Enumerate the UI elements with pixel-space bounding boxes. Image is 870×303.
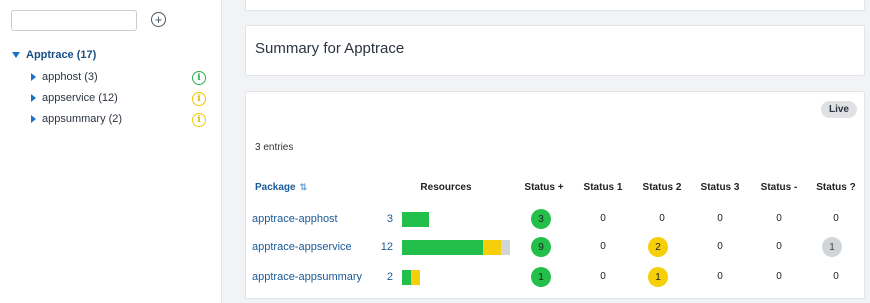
tree-item-label: apphost (3) <box>42 71 98 83</box>
column-header-status-3[interactable]: Status 3 <box>695 182 745 193</box>
column-header-resources[interactable]: Resources <box>401 182 491 193</box>
status-plus-badge[interactable]: 9 <box>531 237 551 257</box>
resources-bar-segment <box>402 270 411 285</box>
search-input[interactable] <box>11 10 137 31</box>
package-link[interactable]: apptrace-apphost <box>252 213 338 225</box>
resources-bar-segment <box>411 270 420 285</box>
caret-right-icon <box>31 115 36 123</box>
resources-bar <box>402 212 429 227</box>
table-card: Live 3 entries Package ⇅ Resources Status… <box>245 91 865 299</box>
status-minus-value: 0 <box>776 213 782 224</box>
info-icon[interactable]: i <box>192 71 206 85</box>
status-1-value: 0 <box>600 241 606 252</box>
package-link[interactable]: apptrace-appservice <box>252 241 352 253</box>
column-header-status-2[interactable]: Status 2 <box>637 182 687 193</box>
summary-card: Summary for Apptrace <box>245 25 865 76</box>
status-minus-value: 0 <box>776 241 782 252</box>
page-title: Summary for Apptrace <box>255 40 405 57</box>
status-1-value: 0 <box>600 271 606 282</box>
tree-item-appservice[interactable]: appservice (12) <box>31 92 118 104</box>
status-plus-badge[interactable]: 1 <box>531 267 551 287</box>
status-unknown-value: 0 <box>833 213 839 224</box>
tree-item-label: appsummary (2) <box>42 113 123 125</box>
status-2-value: 0 <box>659 213 665 224</box>
caret-down-icon <box>12 52 20 58</box>
status-unknown-value: 0 <box>833 271 839 282</box>
sort-icon[interactable]: ⇅ <box>300 182 308 192</box>
resources-count[interactable]: 12 <box>363 241 393 253</box>
status-1-value: 0 <box>600 213 606 224</box>
package-link[interactable]: apptrace-appsummary <box>252 271 362 283</box>
caret-right-icon <box>31 73 36 81</box>
column-header-status-minus[interactable]: Status - <box>754 182 804 193</box>
add-icon[interactable]: + <box>151 12 166 27</box>
status-3-value: 0 <box>717 271 723 282</box>
resources-bar-segment <box>501 240 510 255</box>
info-icon[interactable]: i <box>192 113 206 127</box>
caret-right-icon <box>31 94 36 102</box>
live-badge[interactable]: Live <box>820 101 857 118</box>
tree-item-appsummary[interactable]: appsummary (2) <box>31 113 122 125</box>
column-header-status-plus[interactable]: Status + <box>519 182 569 193</box>
table-row: apptrace-apphost 3 3 0 0 0 0 0 <box>246 206 866 233</box>
tree-root-apptrace[interactable]: Apptrace (17) <box>12 49 96 61</box>
resources-bar-segment <box>402 240 483 255</box>
status-unknown-badge[interactable]: 1 <box>822 237 842 257</box>
status-plus-badge[interactable]: 3 <box>531 209 551 229</box>
status-2-badge[interactable]: 1 <box>648 267 668 287</box>
tree-item-apphost[interactable]: apphost (3) <box>31 71 98 83</box>
status-3-value: 0 <box>717 213 723 224</box>
column-header-package[interactable]: Package ⇅ <box>255 182 307 193</box>
column-header-status-unknown[interactable]: Status ? <box>811 182 861 193</box>
resources-count[interactable]: 3 <box>363 213 393 225</box>
tree-item-label: appservice (12) <box>42 92 118 104</box>
column-header-status-1[interactable]: Status 1 <box>578 182 628 193</box>
resources-count[interactable]: 2 <box>363 271 393 283</box>
status-2-badge[interactable]: 2 <box>648 237 668 257</box>
table-row: apptrace-appsummary 2 1 0 1 0 0 0 <box>246 264 866 291</box>
resources-bar-segment <box>483 240 501 255</box>
status-minus-value: 0 <box>776 271 782 282</box>
resources-bar-segment <box>402 212 429 227</box>
sidebar: + Apptrace (17) apphost (3) i appservice… <box>0 0 222 303</box>
column-header-label: Package <box>255 182 296 193</box>
top-card <box>245 0 865 11</box>
resources-bar <box>402 240 510 255</box>
table-row: apptrace-appservice 12 9 0 2 0 0 1 <box>246 234 866 261</box>
entries-count: 3 entries <box>255 142 294 153</box>
status-3-value: 0 <box>717 241 723 252</box>
resources-bar <box>402 270 420 285</box>
info-icon[interactable]: i <box>192 92 206 106</box>
tree-root-label: Apptrace (17) <box>26 49 97 61</box>
